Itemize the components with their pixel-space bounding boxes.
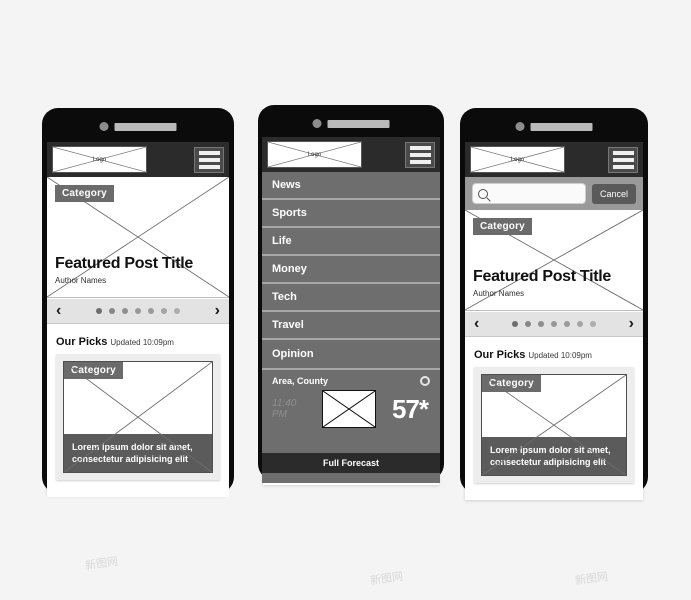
phone-3-frame: Logo Cancel Category Featured Post Title… (460, 108, 648, 498)
phone-1-frame: Logo Category Featured Post Title Author… (42, 108, 234, 497)
weather-time-line1: 11:40 (272, 398, 297, 409)
carousel-prev-button[interactable]: ‹ (474, 316, 479, 332)
weather-icon-placeholder (321, 390, 376, 428)
carousel-next-button[interactable]: › (629, 316, 634, 332)
weather-header: Area, County (262, 370, 440, 386)
nav-item-label: Life (272, 235, 292, 247)
nav-item-label: Sports (272, 207, 307, 219)
our-picks-card[interactable]: Category Lorem ipsum dolor sit amet, con… (481, 374, 627, 477)
logo-label: Logo (92, 156, 107, 163)
our-picks-updated: Updated 10:09pm (110, 338, 174, 347)
featured-post-title: Featured Post Title (55, 255, 194, 272)
our-picks-card-wrapper: Category Lorem ipsum dolor sit amet, con… (474, 367, 634, 484)
camera-icon (99, 122, 109, 131)
our-picks-card-wrapper: Category Lorem ipsum dolor sit amet, con… (56, 354, 220, 481)
logo-label: Logo (307, 151, 322, 158)
gear-icon[interactable] (420, 376, 430, 386)
mockup-canvas: 新图网 新图网 新图网 Logo Category Featured Post … (0, 0, 691, 600)
nav-item-label: Tech (272, 291, 297, 303)
weather-temperature: 57* (391, 393, 429, 424)
carousel-next-button[interactable]: › (215, 303, 220, 319)
nav-item-opinion[interactable]: Opinion (262, 340, 440, 368)
image-placeholder-icon (64, 362, 212, 473)
weather-time-line2: PM (272, 409, 287, 420)
featured-hero[interactable]: Category Featured Post Title Author Name… (465, 210, 643, 311)
carousel-control: ‹ › (465, 311, 643, 337)
speaker-grill (114, 122, 177, 131)
hamburger-menu-icon[interactable] (194, 146, 224, 173)
nav-item-life[interactable]: Life (262, 228, 440, 256)
featured-post-title: Featured Post Title (473, 268, 612, 285)
nav-item-label: Opinion (272, 348, 314, 360)
phone-2-frame: Logo News Sports Life Money Tech Travel … (258, 105, 444, 483)
speaker-grill (530, 122, 593, 131)
nav-item-tech[interactable]: Tech (262, 284, 440, 312)
featured-hero[interactable]: Category Featured Post Title Author Name… (47, 177, 229, 298)
image-placeholder-icon (482, 375, 626, 476)
featured-post-author: Author Names (55, 276, 107, 285)
nav-item-label: Travel (272, 319, 304, 331)
nav-item-money[interactable]: Money (262, 256, 440, 284)
our-picks-updated: Updated 10:09pm (528, 351, 592, 360)
image-placeholder-icon (322, 391, 375, 427)
hamburger-menu-icon[interactable] (405, 141, 435, 168)
phone-2-screen: Logo News Sports Life Money Tech Travel … (262, 137, 440, 483)
logo[interactable]: Logo (470, 146, 565, 173)
camera-icon (515, 122, 525, 131)
phone-speaker (515, 122, 593, 131)
nav-item-sports[interactable]: Sports (262, 200, 440, 228)
logo[interactable]: Logo (52, 146, 147, 173)
logo-label: Logo (510, 156, 525, 163)
watermark: 新图网 (84, 554, 119, 573)
full-forecast-button[interactable]: Full Forecast (262, 453, 440, 473)
category-badge[interactable]: Category (55, 185, 114, 202)
search-bar: Cancel (465, 177, 643, 210)
navigation-menu: News Sports Life Money Tech Travel Opini… (262, 172, 440, 368)
carousel-control: ‹ › (47, 298, 229, 324)
logo[interactable]: Logo (267, 141, 362, 168)
app-header: Logo (47, 142, 229, 177)
nav-item-travel[interactable]: Travel (262, 312, 440, 340)
app-header: Logo (465, 142, 643, 177)
weather-widget[interactable]: Area, County 11:40 PM 57* (262, 368, 440, 453)
phone-3-screen: Logo Cancel Category Featured Post Title… (465, 142, 643, 498)
nav-item-label: Money (272, 263, 307, 275)
our-picks-title: Our Picks (56, 336, 108, 348)
phone-speaker (312, 119, 390, 128)
nav-item-label: News (272, 179, 301, 191)
featured-post-author: Author Names (473, 289, 525, 298)
carousel-dots[interactable] (512, 321, 596, 327)
hamburger-menu-icon[interactable] (608, 146, 638, 173)
phone-1-screen: Logo Category Featured Post Title Author… (47, 142, 229, 497)
watermark: 新图网 (369, 569, 404, 588)
watermark: 新图网 (574, 569, 609, 588)
category-badge[interactable]: Category (473, 218, 532, 235)
cancel-button[interactable]: Cancel (591, 183, 636, 204)
weather-body: 11:40 PM 57* (262, 386, 440, 428)
carousel-dots[interactable] (96, 308, 180, 314)
speaker-grill (327, 119, 390, 128)
camera-icon (312, 119, 322, 128)
our-picks-title: Our Picks (474, 349, 526, 361)
our-picks-header: Our Picks Updated 10:09pm (465, 337, 643, 367)
our-picks-header: Our Picks Updated 10:09pm (47, 324, 229, 354)
search-icon (478, 188, 488, 199)
search-input[interactable] (472, 183, 586, 204)
carousel-prev-button[interactable]: ‹ (56, 303, 61, 319)
our-picks-card[interactable]: Category Lorem ipsum dolor sit amet, con… (63, 361, 213, 474)
weather-location: Area, County (272, 376, 329, 386)
phone-speaker (99, 122, 177, 131)
app-header: Logo (262, 137, 440, 172)
nav-item-news[interactable]: News (262, 172, 440, 200)
weather-time: 11:40 PM (272, 398, 306, 420)
